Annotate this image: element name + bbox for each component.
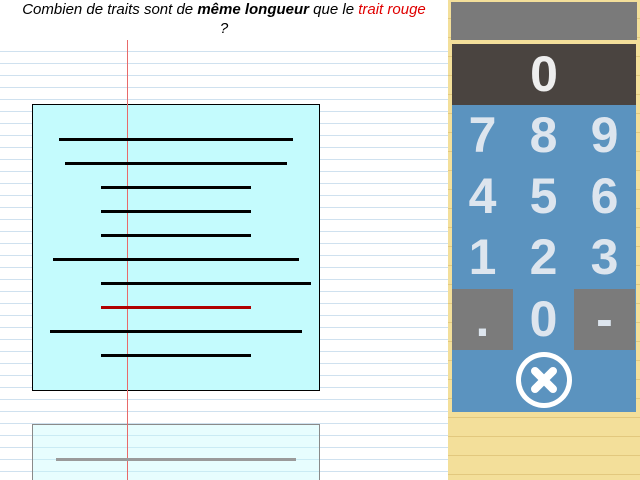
- segment-2: [65, 162, 287, 165]
- next-segment: [56, 458, 296, 461]
- key-8[interactable]: 8: [513, 105, 574, 166]
- key-6[interactable]: 6: [574, 166, 635, 227]
- key-decimal[interactable]: .: [452, 289, 513, 350]
- question-part3: ?: [219, 20, 229, 37]
- key-1[interactable]: 1: [452, 227, 513, 288]
- segment-1: [59, 138, 293, 141]
- key-minus[interactable]: -: [574, 289, 635, 350]
- segment-3: [101, 186, 251, 189]
- keypad-topbar: [451, 2, 637, 40]
- segment-red: [101, 306, 251, 309]
- question-red: trait rouge: [358, 1, 426, 18]
- key-2[interactable]: 2: [513, 227, 574, 288]
- key-3[interactable]: 3: [574, 227, 635, 288]
- segment-7: [101, 282, 311, 285]
- segment-8: [50, 330, 302, 333]
- exercise-area: Combien de traits sont de même longueur …: [0, 0, 448, 480]
- segment-6: [53, 258, 299, 261]
- next-card: [32, 424, 320, 480]
- clear-button[interactable]: [516, 352, 572, 408]
- close-circle-icon: [521, 357, 567, 403]
- segment-9: [101, 354, 251, 357]
- key-5[interactable]: 5: [513, 166, 574, 227]
- key-9[interactable]: 9: [574, 105, 635, 166]
- segment-4: [101, 210, 251, 213]
- key-0[interactable]: 0: [513, 289, 574, 350]
- key-7[interactable]: 7: [452, 105, 513, 166]
- keypad-panel: 0 7 8 9 4 5 6 1 2 3 . 0 -: [448, 0, 640, 480]
- question-part2: que le: [309, 1, 359, 18]
- segments-card: [32, 104, 320, 391]
- answer-display: 0: [452, 44, 636, 105]
- question-text: Combien de traits sont de même longueur …: [0, 0, 448, 40]
- question-bold: même longueur: [197, 1, 309, 18]
- key-4[interactable]: 4: [452, 166, 513, 227]
- question-part1: Combien de traits sont de: [22, 1, 198, 18]
- keypad: 0 7 8 9 4 5 6 1 2 3 . 0 -: [452, 44, 636, 412]
- segment-5: [101, 234, 251, 237]
